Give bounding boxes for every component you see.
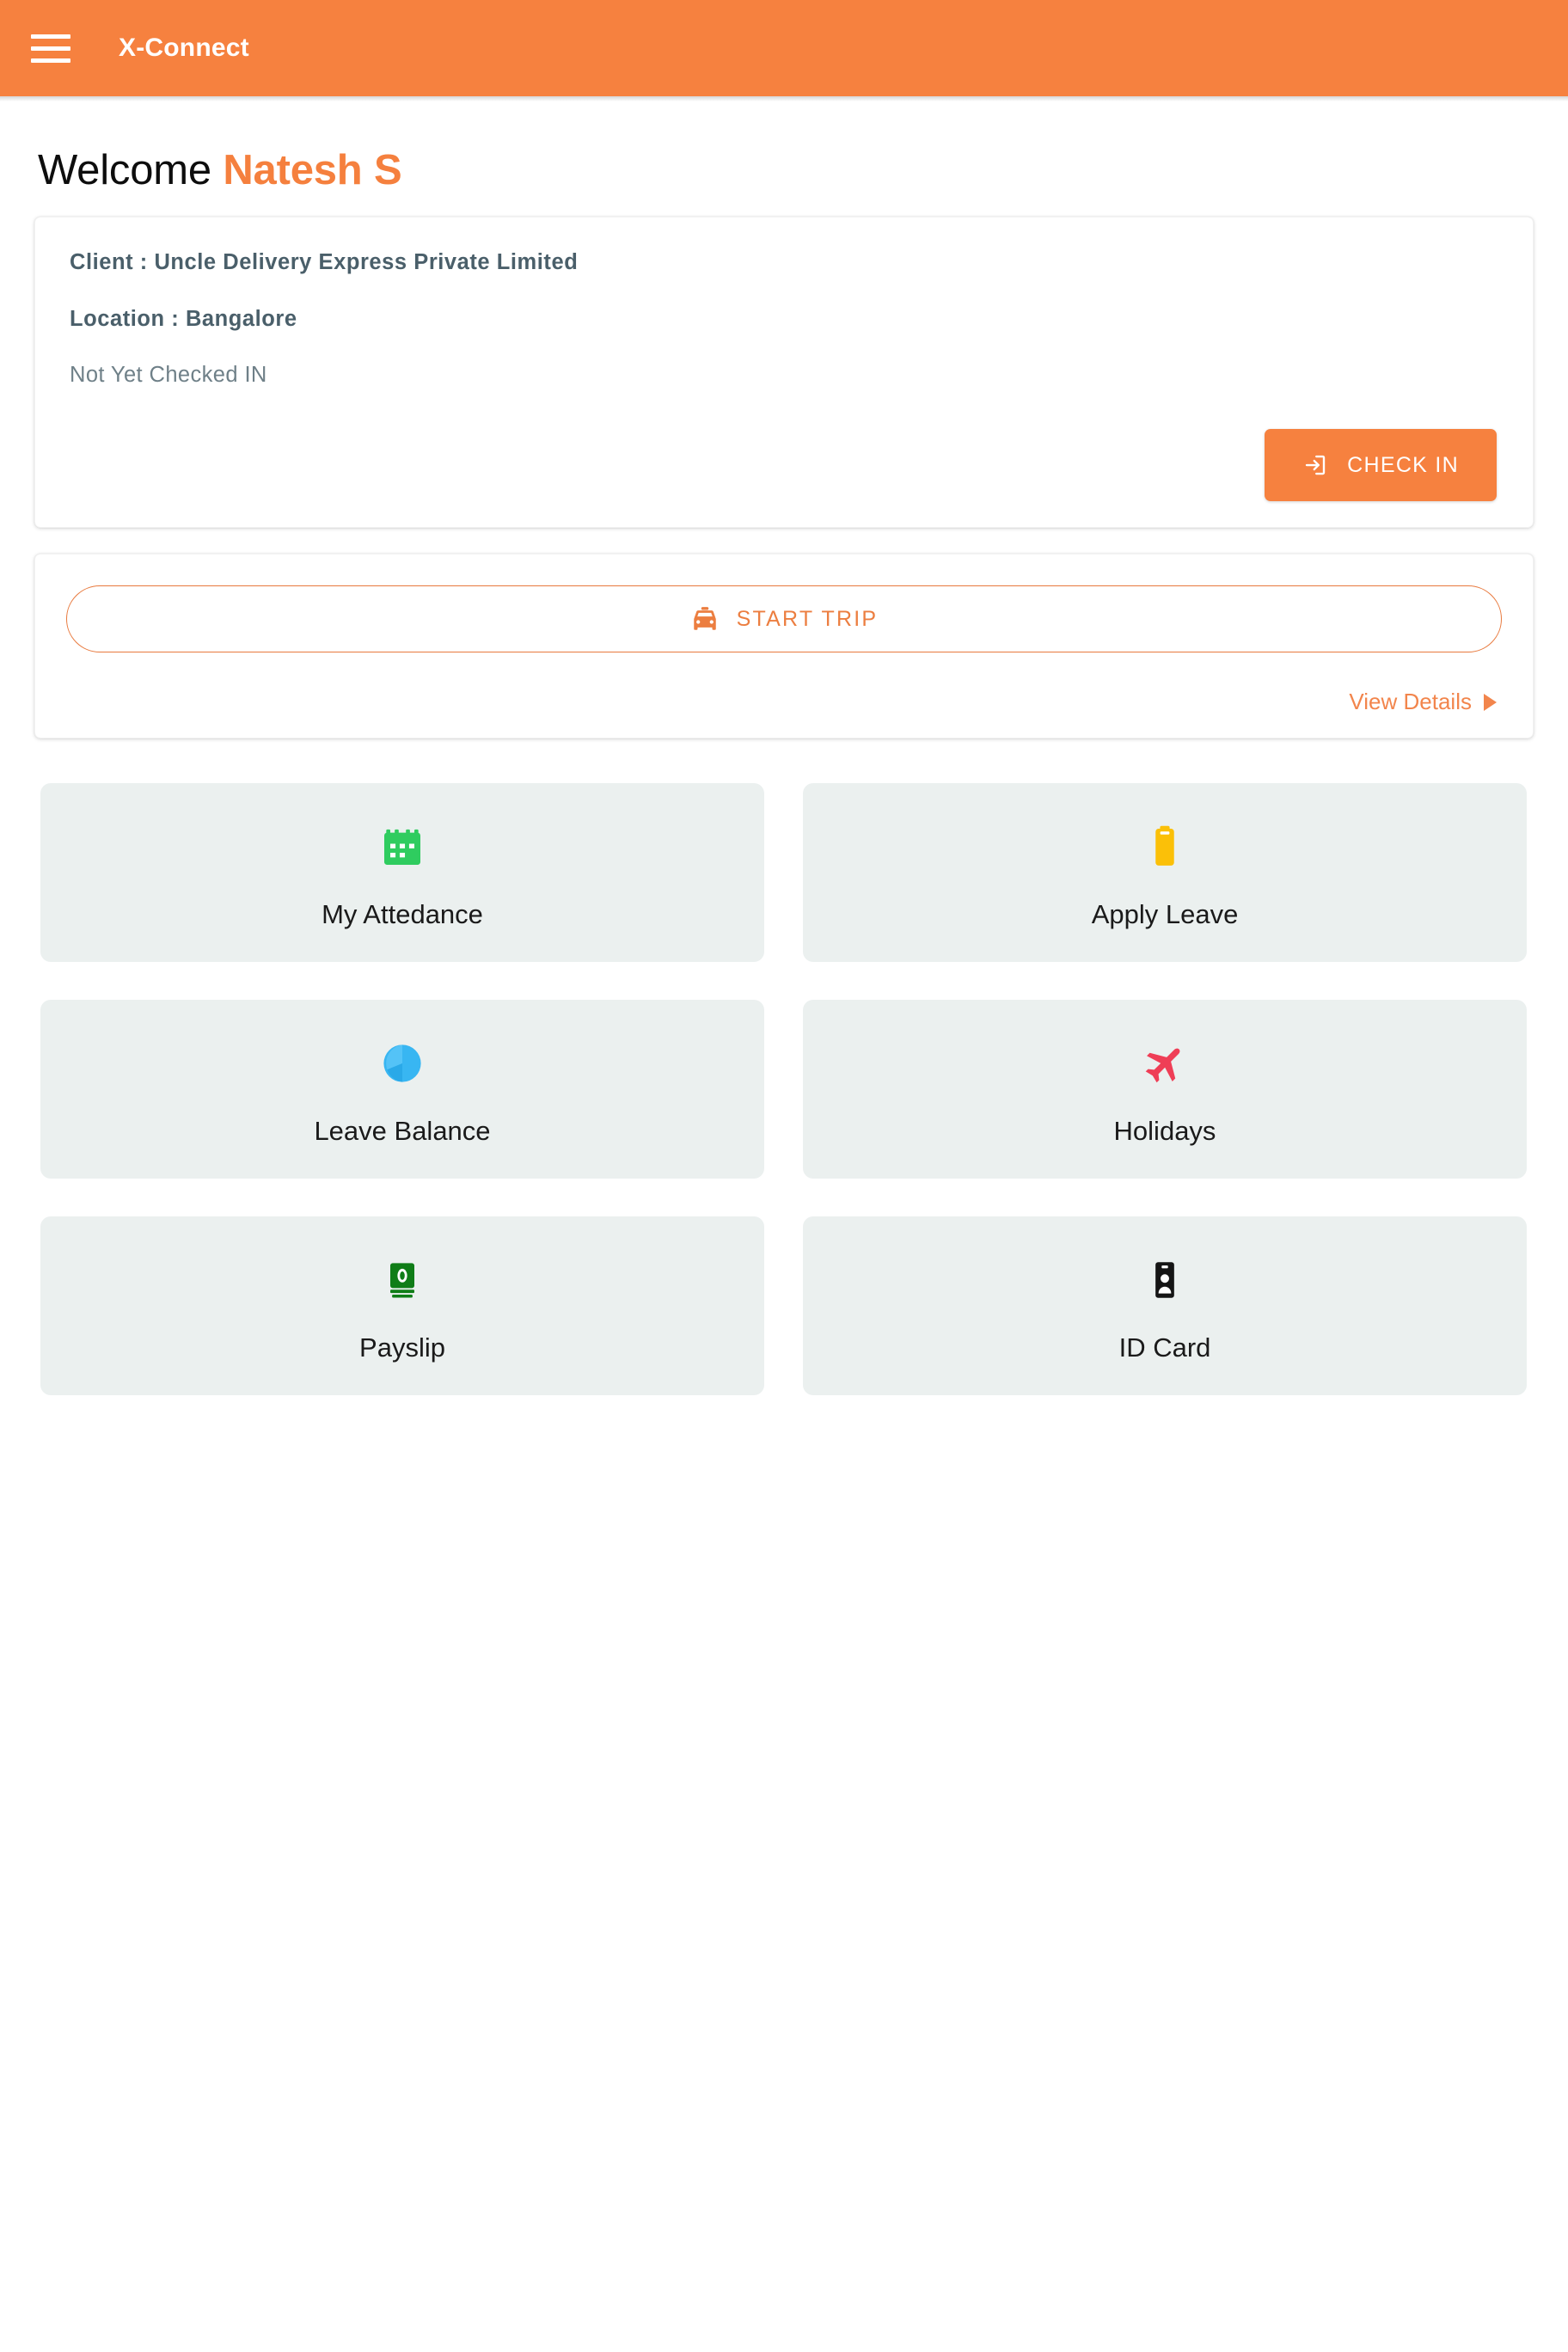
check-in-button-label: CHECK IN xyxy=(1347,452,1459,477)
hamburger-bar xyxy=(31,34,70,39)
check-in-button[interactable]: CHECK IN xyxy=(1265,429,1497,501)
tile-apply-leave[interactable]: Apply Leave xyxy=(803,783,1527,962)
clipboard-icon xyxy=(1141,815,1189,879)
client-info-card: Client : Uncle Delivery Express Private … xyxy=(34,217,1534,528)
hamburger-bar xyxy=(31,58,70,63)
hamburger-menu-icon[interactable] xyxy=(26,23,76,73)
tile-label: My Attedance xyxy=(322,899,483,929)
tile-id-card[interactable]: ID Card xyxy=(803,1216,1527,1395)
tile-holidays[interactable]: Holidays xyxy=(803,1000,1527,1179)
login-arrow-icon xyxy=(1302,452,1328,478)
view-details-label: View Details xyxy=(1349,689,1472,714)
hamburger-bar xyxy=(31,46,70,51)
check-in-row: CHECK IN xyxy=(52,429,1516,501)
tile-label: Holidays xyxy=(1113,1116,1216,1146)
tile-leave-balance[interactable]: Leave Balance xyxy=(40,1000,764,1179)
tile-label: Leave Balance xyxy=(314,1116,491,1146)
tile-label: ID Card xyxy=(1118,1332,1211,1363)
welcome-greeting: Welcome xyxy=(38,147,211,193)
pie-chart-icon xyxy=(379,1032,426,1095)
tile-label: Payslip xyxy=(359,1332,445,1363)
calendar-icon xyxy=(378,815,426,879)
feature-tile-grid: My Attedance Apply Leave Leave Balance H… xyxy=(34,783,1534,1395)
id-badge-icon xyxy=(1142,1248,1187,1312)
caret-right-icon xyxy=(1484,693,1497,711)
tile-label: Apply Leave xyxy=(1091,899,1239,929)
start-trip-button-label: START TRIP xyxy=(736,606,879,631)
page-title: Welcome Natesh S xyxy=(38,146,1534,194)
trip-card: START TRIP View Details xyxy=(34,554,1534,738)
tile-payslip[interactable]: Payslip xyxy=(40,1216,764,1395)
app-title: X-Connect xyxy=(119,34,249,62)
banknote-icon xyxy=(378,1248,426,1312)
app-bar: X-Connect xyxy=(0,0,1568,101)
airplane-icon xyxy=(1141,1032,1189,1095)
car-icon xyxy=(690,604,720,634)
welcome-user-name: Natesh S xyxy=(223,147,402,193)
client-label: Client : Uncle Delivery Express Private … xyxy=(70,250,579,274)
view-details-link[interactable]: View Details xyxy=(1349,689,1497,715)
start-trip-button[interactable]: START TRIP xyxy=(66,585,1502,652)
view-details-row: View Details xyxy=(66,689,1502,715)
checkin-status-text: Not Yet Checked IN xyxy=(70,363,267,387)
tile-my-attendance[interactable]: My Attedance xyxy=(40,783,764,962)
page-content: Welcome Natesh S Client : Uncle Delivery… xyxy=(0,146,1568,1395)
location-label: Location : Bangalore xyxy=(70,307,297,331)
